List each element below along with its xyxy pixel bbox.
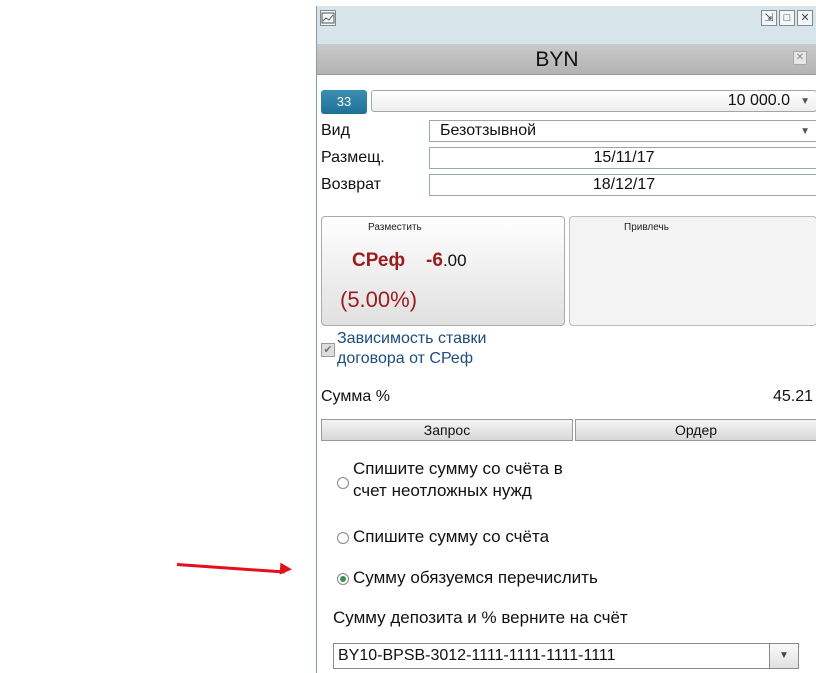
amount-value: 10 000.0 — [727, 92, 790, 109]
close-icon[interactable]: ✕ — [793, 51, 807, 65]
return-account-label: Сумму депозита и % верните на счёт — [333, 608, 628, 627]
attract-panel-title: Привлечь — [624, 222, 669, 233]
place-date-label: Размещ. — [321, 149, 385, 166]
place-panel[interactable]: Разместить СРеф -6.00 (5.00%) — [321, 216, 565, 326]
dropdown-arrow-icon[interactable]: ▼ — [769, 644, 798, 668]
annotation-arrow-line — [176, 563, 285, 574]
interest-sum-label: Сумма % — [321, 388, 390, 405]
place-date-field[interactable]: 15/11/17 — [429, 147, 816, 169]
request-button[interactable]: Запрос — [321, 419, 573, 441]
rate-dependency-checkbox[interactable]: ✔ — [321, 343, 335, 357]
dropdown-arrow-icon[interactable]: ▼ — [800, 96, 810, 107]
rate-dependency-label-line1: Зависимость ставки — [337, 330, 487, 347]
rate-line: СРеф -6.00 — [352, 250, 467, 272]
annotation-arrow-head — [279, 562, 293, 576]
type-value: Безотзывной — [440, 122, 537, 139]
maximize-icon[interactable]: □ — [779, 10, 795, 26]
radio-urgent-needs-line1: Спишите сумму со счёта в — [353, 459, 563, 478]
return-date-value: 18/12/17 — [592, 176, 656, 193]
radio-button[interactable] — [337, 477, 349, 489]
account-value: BY10-BPSB-3012-1111-1111-1111-1111 — [338, 647, 616, 664]
rate-spread-int: -6 — [426, 250, 443, 271]
radio-button[interactable] — [337, 532, 349, 544]
currency-header: BYN ✕ — [317, 44, 816, 75]
chart-icon[interactable] — [320, 10, 336, 26]
rate-name: СРеф — [352, 250, 406, 271]
radio-button-selected[interactable] — [337, 573, 349, 585]
interest-sum-value: 45.21 — [772, 388, 813, 405]
dropdown-arrow-icon[interactable]: ▼ — [800, 126, 810, 137]
amount-input[interactable]: 10 000.0 ▼ — [371, 90, 816, 112]
close-icon[interactable]: ✕ — [797, 10, 813, 26]
radio-urgent-needs-line2: счет неотложных нужд — [353, 481, 532, 500]
return-date-field[interactable]: 18/12/17 — [429, 174, 816, 196]
title-bar: ⇲ □ ✕ — [317, 6, 816, 45]
rate-dependency-label-line2: договора от СРеф — [337, 350, 473, 367]
currency-label: BYN — [535, 48, 579, 71]
return-date-label: Возврат — [321, 176, 381, 193]
deposit-widget: ⇲ □ ✕ BYN ✕ 33 10 000.0 ▼ Вид Безотзывно… — [316, 6, 816, 673]
instrument-chip[interactable]: 33 — [321, 90, 367, 114]
rate-percent: (5.00%) — [340, 287, 418, 312]
radio-transfer-label: Сумму обязуемся перечислить — [353, 568, 598, 587]
check-icon: ✔ — [323, 344, 333, 356]
rate-spread-dec: .00 — [442, 251, 467, 270]
place-panel-title: Разместить — [368, 222, 422, 233]
type-select[interactable]: Безотзывной ▼ — [429, 120, 816, 142]
radio-debit-account-label: Спишите сумму со счёта — [353, 527, 550, 546]
attract-panel[interactable]: Привлечь — [569, 216, 816, 326]
popout-icon[interactable]: ⇲ — [761, 10, 777, 26]
account-select[interactable]: BY10-BPSB-3012-1111-1111-1111-1111 ▼ — [333, 643, 799, 669]
rate-dependency-label: Зависимость ставки договора от СРеф — [337, 329, 597, 369]
type-label: Вид — [321, 122, 350, 139]
order-button[interactable]: Ордер — [575, 419, 816, 441]
place-date-value: 15/11/17 — [593, 149, 655, 166]
radio-urgent-needs-label: Спишите сумму со счёта в счет неотложных… — [353, 458, 563, 502]
